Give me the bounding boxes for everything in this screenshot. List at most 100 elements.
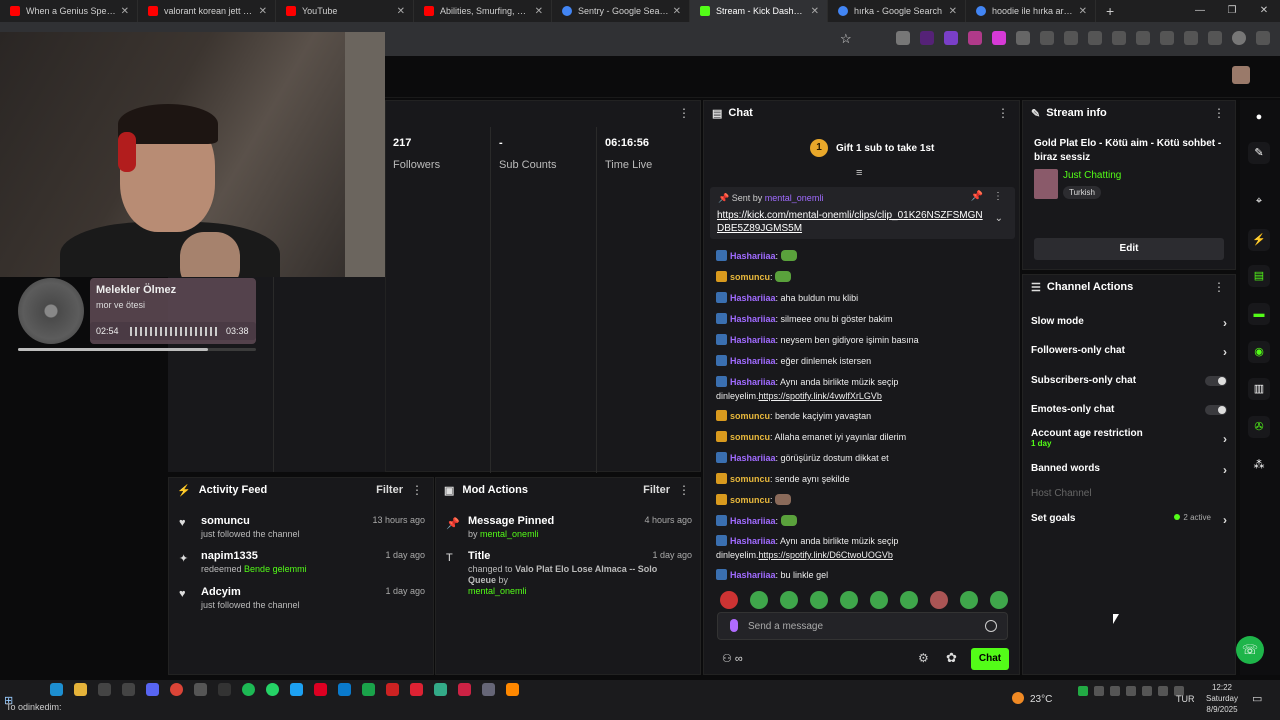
discord-icon[interactable] xyxy=(146,683,159,696)
chat-tools-icon[interactable]: ⚇ ∞ xyxy=(722,652,743,665)
app-icon[interactable] xyxy=(482,683,495,696)
extension-icon[interactable] xyxy=(992,31,1006,45)
filter-button[interactable]: Filter xyxy=(643,484,670,496)
weather-widget[interactable]: 23°C xyxy=(1012,692,1052,705)
more-options-icon[interactable]: ⋮ xyxy=(678,483,690,497)
emote-icon[interactable] xyxy=(720,591,738,609)
more-options-icon[interactable]: ⋮ xyxy=(993,191,1003,202)
extension-icon[interactable] xyxy=(944,31,958,45)
link-icon[interactable] xyxy=(1184,31,1198,45)
extension-icon[interactable] xyxy=(920,31,934,45)
app-icon[interactable] xyxy=(458,683,471,696)
emote-icon[interactable] xyxy=(750,591,768,609)
history-icon[interactable] xyxy=(1088,31,1102,45)
more-icon[interactable] xyxy=(1256,31,1270,45)
more-options-icon[interactable]: ⋮ xyxy=(1213,280,1225,294)
app-icon[interactable] xyxy=(218,683,231,696)
emote-icon[interactable] xyxy=(780,591,798,609)
spotify-icon[interactable] xyxy=(242,683,255,696)
tray-icon[interactable] xyxy=(1126,686,1136,696)
whatsapp-icon[interactable] xyxy=(266,683,279,696)
app-icon[interactable] xyxy=(410,683,423,696)
wrench-icon[interactable]: ✇ xyxy=(1248,416,1270,438)
close-tab-icon[interactable]: ✕ xyxy=(811,6,819,17)
folder-icon[interactable] xyxy=(74,683,87,696)
slow-mode-row[interactable]: Slow mode › xyxy=(1031,316,1227,330)
user-avatar[interactable] xyxy=(1232,66,1250,84)
tray-icon[interactable] xyxy=(1158,686,1168,696)
extension-icon[interactable] xyxy=(1064,31,1078,45)
emote-icon[interactable] xyxy=(840,591,858,609)
minimize-icon[interactable]: — xyxy=(1184,0,1216,22)
gear-icon[interactable]: ⚙ xyxy=(918,651,929,665)
followers-only-row[interactable]: Followers-only chat › xyxy=(1031,345,1227,359)
clock[interactable]: 12:22 Saturday 8/9/2025 xyxy=(1200,682,1244,715)
broadcast-icon[interactable]: ◉ xyxy=(1248,341,1270,363)
tray-icon[interactable] xyxy=(1142,686,1152,696)
app-icon[interactable] xyxy=(362,683,375,696)
language-indicator[interactable]: TUR xyxy=(1176,694,1195,704)
pinned-link[interactable]: https://kick.com/mental-onemli/clips/cli… xyxy=(717,209,987,235)
tray-icon[interactable] xyxy=(1078,686,1088,696)
app-icon[interactable] xyxy=(122,683,135,696)
account-age-row[interactable]: Account age restriction 1 day › xyxy=(1031,428,1227,448)
close-tab-icon[interactable]: ✕ xyxy=(673,6,681,17)
emote-icon[interactable] xyxy=(990,591,1008,609)
more-options-icon[interactable]: ⋮ xyxy=(997,106,1009,120)
document-icon[interactable]: ▤ xyxy=(1248,265,1270,287)
extension-icon[interactable] xyxy=(896,31,910,45)
browser-tab[interactable]: hoodie ile hırka arasındak✕ xyxy=(966,0,1096,22)
vlc-icon[interactable] xyxy=(506,683,519,696)
gift-icon[interactable]: ✿ xyxy=(946,650,957,666)
close-window-icon[interactable]: ✕ xyxy=(1248,0,1280,22)
gift-sub-banner[interactable]: 1 Gift 1 sub to take 1st xyxy=(810,139,934,157)
download-icon[interactable] xyxy=(1112,31,1126,45)
more-options-icon[interactable]: ⋮ xyxy=(678,106,690,120)
emotes-only-toggle[interactable] xyxy=(1205,405,1227,415)
close-tab-icon[interactable]: ✕ xyxy=(121,6,129,17)
extension-icon[interactable] xyxy=(1136,31,1150,45)
more-options-icon[interactable]: ⋮ xyxy=(411,483,423,497)
send-chat-button[interactable]: Chat xyxy=(971,648,1009,670)
extension-icon[interactable] xyxy=(1040,31,1054,45)
more-options-icon[interactable]: ⋮ xyxy=(1213,106,1225,120)
pencil-icon[interactable]: ✎ xyxy=(1248,142,1270,164)
new-tab-button[interactable]: + xyxy=(1106,3,1114,19)
browser-tab[interactable]: Sentry - Google Search ✕ xyxy=(552,0,690,22)
extension-icon[interactable] xyxy=(968,31,982,45)
app-icon[interactable] xyxy=(194,683,207,696)
app-icon[interactable] xyxy=(434,683,447,696)
info-icon[interactable]: ● xyxy=(1248,106,1270,128)
chat-icon[interactable]: ▬ xyxy=(1248,303,1270,325)
browser-tab[interactable]: YouTube ✕ xyxy=(276,0,414,22)
chrome-icon[interactable] xyxy=(170,683,183,696)
banned-words-row[interactable]: Banned words › xyxy=(1031,463,1227,477)
emoji-icon[interactable] xyxy=(985,620,997,632)
profile-icon[interactable] xyxy=(1232,31,1246,45)
apps-icon[interactable]: ⁂ xyxy=(1248,454,1270,476)
notification-icon[interactable]: ▭ xyxy=(1252,692,1262,705)
subscribers-only-toggle[interactable] xyxy=(1205,376,1227,386)
tray-icon[interactable] xyxy=(1110,686,1120,696)
target-icon[interactable]: ⌖ xyxy=(1248,190,1270,212)
app-icon[interactable] xyxy=(386,683,399,696)
bookmark-star-icon[interactable]: ☆ xyxy=(840,31,852,47)
unpin-icon[interactable]: 📌 xyxy=(971,191,983,202)
layout-icon[interactable]: ▥ xyxy=(1248,378,1270,400)
vscode-icon[interactable] xyxy=(338,683,351,696)
app-icon[interactable] xyxy=(98,683,111,696)
category-name[interactable]: Just Chatting xyxy=(1063,170,1121,181)
filter-button[interactable]: Filter xyxy=(376,484,403,496)
close-tab-icon[interactable]: ✕ xyxy=(259,6,267,17)
emote-icon[interactable] xyxy=(900,591,918,609)
puzzle-icon[interactable] xyxy=(1016,31,1030,45)
menu-icon[interactable] xyxy=(1208,31,1222,45)
browser-tab[interactable]: Abilities, Smurfing, Replay✕ xyxy=(414,0,552,22)
browser-tab[interactable]: When a Genius Spearmar✕ xyxy=(0,0,138,22)
taskbar-search-text[interactable]: To odinkedim: xyxy=(6,702,62,712)
close-tab-icon[interactable]: ✕ xyxy=(397,6,405,17)
collapse-icon[interactable]: ≡ xyxy=(856,167,862,179)
browser-tab-active[interactable]: Stream - Kick Dashboard ✕ xyxy=(690,0,828,22)
app-icon[interactable] xyxy=(314,683,327,696)
mic-icon[interactable] xyxy=(730,619,738,632)
